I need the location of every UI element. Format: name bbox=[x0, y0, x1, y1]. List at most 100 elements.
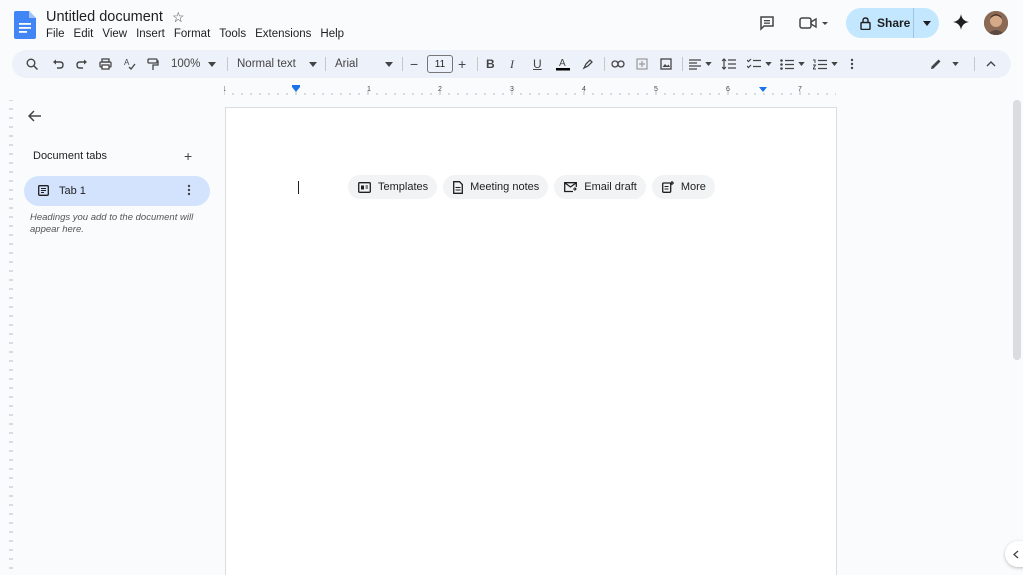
print-icon[interactable] bbox=[99, 50, 112, 78]
avatar[interactable] bbox=[984, 11, 1008, 35]
tab-more-icon[interactable] bbox=[187, 184, 191, 196]
more-options-icon[interactable] bbox=[850, 50, 854, 78]
paint-format-icon[interactable] bbox=[147, 50, 159, 78]
chip-label: Meeting notes bbox=[470, 181, 540, 193]
ruler-label: 4 bbox=[582, 86, 586, 93]
vertical-scrollbar[interactable] bbox=[1013, 100, 1021, 360]
chevron-left-icon bbox=[1013, 549, 1019, 559]
menu-edit[interactable]: Edit bbox=[74, 28, 99, 40]
document-tabs-title: Document tabs bbox=[33, 150, 107, 162]
email-draft-chip[interactable]: Email draft bbox=[554, 175, 646, 199]
star-icon[interactable]: ☆ bbox=[172, 9, 185, 26]
ruler-label: 6 bbox=[726, 86, 730, 93]
caret-down-icon bbox=[952, 62, 959, 66]
templates-chip[interactable]: Templates bbox=[348, 175, 438, 199]
zoom-select[interactable]: 100% bbox=[171, 50, 217, 78]
menu-extensions[interactable]: Extensions bbox=[255, 28, 316, 40]
caret-down-icon bbox=[765, 62, 772, 66]
outline-hint: Headings you add to the document will ap… bbox=[30, 212, 194, 235]
docs-logo-icon[interactable] bbox=[14, 11, 36, 39]
bold-icon[interactable]: B bbox=[486, 50, 495, 78]
line-spacing-icon[interactable] bbox=[722, 50, 736, 78]
building-block-chips: Templates Meeting notes Email draft More bbox=[348, 175, 715, 199]
horizontal-ruler[interactable]: 1 1 2 3 4 5 6 7 bbox=[224, 82, 836, 96]
ruler-label: 3 bbox=[510, 86, 514, 93]
checklist-select[interactable] bbox=[747, 50, 772, 78]
caret-down-icon bbox=[385, 61, 393, 67]
document-icon bbox=[453, 180, 464, 194]
ruler-label: 2 bbox=[438, 86, 442, 93]
vertical-ruler[interactable] bbox=[0, 100, 14, 575]
increase-font-size-icon[interactable]: + bbox=[458, 50, 466, 78]
ruler-label: 5 bbox=[654, 86, 658, 93]
email-icon bbox=[564, 181, 578, 192]
highlight-color-icon[interactable] bbox=[582, 50, 594, 78]
underline-icon[interactable]: U bbox=[533, 50, 542, 78]
caret-down-icon bbox=[798, 62, 805, 66]
menu-help[interactable]: Help bbox=[320, 28, 349, 40]
pencil-icon bbox=[931, 59, 941, 69]
more-doc-icon bbox=[661, 181, 674, 193]
italic-icon[interactable]: I bbox=[510, 50, 514, 78]
svg-text:A: A bbox=[124, 58, 130, 67]
chip-label: Templates bbox=[378, 181, 429, 193]
hide-menus-icon[interactable] bbox=[986, 50, 996, 78]
bulleted-list-select[interactable] bbox=[780, 50, 805, 78]
title-bar: Untitled document ☆ File Edit View Inser… bbox=[0, 0, 1023, 48]
spellcheck-icon[interactable]: A bbox=[124, 50, 136, 78]
left-indent-marker bbox=[292, 87, 300, 92]
text-color-icon[interactable]: A bbox=[556, 50, 570, 78]
svg-text:A: A bbox=[559, 58, 566, 69]
document-title[interactable]: Untitled document bbox=[46, 9, 163, 25]
gemini-icon[interactable] bbox=[951, 12, 971, 32]
chip-label: More bbox=[680, 181, 706, 193]
side-panel-toggle[interactable] bbox=[1005, 541, 1023, 567]
document-page[interactable]: Templates Meeting notes Email draft More bbox=[225, 107, 837, 575]
chip-label: Email draft bbox=[584, 181, 637, 193]
share-dropdown-button[interactable] bbox=[914, 8, 939, 38]
caret-down-icon bbox=[208, 61, 217, 67]
caret-down-icon bbox=[309, 61, 317, 67]
caret-down-icon bbox=[831, 62, 838, 66]
menu-bar: File Edit View Insert Format Tools Exten… bbox=[46, 28, 353, 40]
share-button[interactable]: Share bbox=[846, 8, 939, 38]
menu-format[interactable]: Format bbox=[174, 28, 215, 40]
meeting-notes-chip[interactable]: Meeting notes bbox=[443, 175, 549, 199]
add-tab-icon[interactable]: + bbox=[184, 148, 192, 164]
undo-icon[interactable] bbox=[52, 50, 64, 78]
lock-icon bbox=[860, 16, 871, 30]
align-select[interactable] bbox=[689, 50, 712, 78]
share-main[interactable]: Share bbox=[846, 8, 914, 38]
menu-insert[interactable]: Insert bbox=[136, 28, 170, 40]
tab-item-1[interactable]: Tab 1 bbox=[24, 176, 210, 206]
editing-mode-select[interactable] bbox=[930, 50, 959, 78]
font-value: Arial bbox=[335, 58, 359, 70]
insert-link-icon[interactable] bbox=[611, 50, 625, 78]
ruler-label: 7 bbox=[798, 86, 802, 93]
share-label: Share bbox=[877, 16, 911, 30]
zoom-value: 100% bbox=[171, 58, 201, 70]
font-select[interactable]: Arial bbox=[335, 50, 393, 78]
tab-document-icon bbox=[38, 185, 49, 196]
add-comment-icon[interactable] bbox=[636, 50, 648, 78]
menu-tools[interactable]: Tools bbox=[219, 28, 251, 40]
search-menus-icon[interactable] bbox=[26, 50, 38, 78]
video-call-icon[interactable] bbox=[798, 13, 832, 33]
comment-icon[interactable] bbox=[757, 13, 777, 33]
toolbar: A 100% Normal text Arial − 11 + B I U A bbox=[12, 50, 1011, 78]
more-chip[interactable]: More bbox=[651, 175, 715, 199]
redo-icon[interactable] bbox=[76, 50, 88, 78]
back-arrow-icon[interactable] bbox=[27, 109, 42, 127]
menu-file[interactable]: File bbox=[46, 28, 70, 40]
right-indent-marker bbox=[759, 87, 767, 92]
ruler-label: 1 bbox=[224, 86, 226, 93]
font-size-input[interactable]: 11 bbox=[427, 55, 453, 73]
menu-view[interactable]: View bbox=[102, 28, 132, 40]
numbered-list-select[interactable] bbox=[813, 50, 838, 78]
decrease-font-size-icon[interactable]: − bbox=[410, 50, 418, 78]
caret-down-icon bbox=[705, 62, 712, 66]
align-left-icon bbox=[689, 58, 701, 70]
paragraph-style-select[interactable]: Normal text bbox=[237, 50, 317, 78]
insert-image-icon[interactable] bbox=[660, 50, 672, 78]
ruler-label: 1 bbox=[367, 86, 371, 93]
